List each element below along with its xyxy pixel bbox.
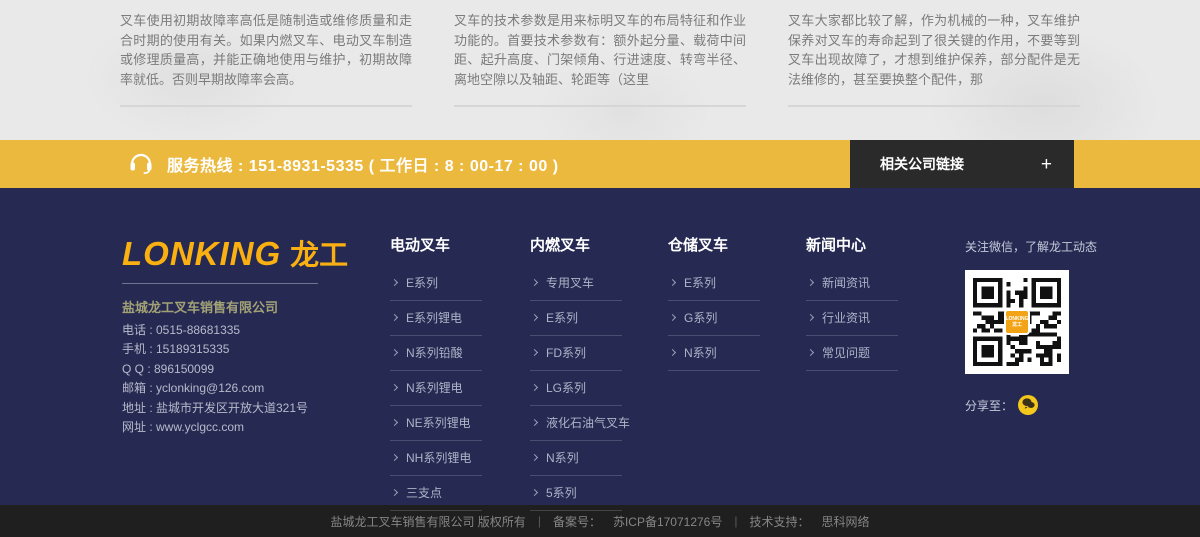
- contact-mobile: 手机 : 15189315335: [122, 343, 372, 355]
- chevron-right-icon: [531, 489, 538, 496]
- chevron-right-icon: [669, 314, 676, 321]
- footer-link[interactable]: E系列锂电: [390, 307, 482, 336]
- wechat-share-button[interactable]: [1018, 395, 1038, 415]
- related-links-toggle[interactable]: 相关公司链接 +: [850, 140, 1074, 188]
- article-divider: [120, 105, 412, 107]
- footer-link[interactable]: 行业资讯: [806, 307, 898, 336]
- plus-icon: +: [1041, 155, 1052, 174]
- footer-link[interactable]: NE系列锂电: [390, 412, 482, 441]
- footer-link[interactable]: 液化石油气叉车: [530, 412, 622, 441]
- footer-column-news: 新闻中心 新闻资讯 行业资讯 常见问题: [806, 234, 898, 377]
- service-hotline: 服务热线 : 151-8931-5335 ( 工作日 : 8 : 00-17 :…: [128, 140, 559, 188]
- footer-column-electric: 电动叉车 E系列 E系列锂电 N系列铅酸 N系列锂电 NE系列锂电 NH系列锂电…: [390, 234, 482, 517]
- footer-link[interactable]: N系列锂电: [390, 377, 482, 406]
- footer-link[interactable]: 常见问题: [806, 342, 898, 371]
- contact-website: 网址 : www.yclgcc.com: [122, 421, 372, 433]
- support-label: 技术支持：: [749, 513, 809, 530]
- chevron-right-icon: [391, 489, 398, 496]
- chevron-right-icon: [807, 279, 814, 286]
- lonking-logo[interactable]: LONKING 龙工: [122, 232, 372, 274]
- share-row: 分享至：: [965, 395, 1085, 415]
- wechat-icon: [1022, 396, 1035, 414]
- article-text: 叉车使用初期故障率高低是随制造或维修质量和走合时期的使用有关。如果内燃叉车、电动…: [120, 11, 412, 89]
- footer-link[interactable]: NH系列锂电: [390, 447, 482, 476]
- hotline-text: 服务热线 : 151-8931-5335 ( 工作日 : 8 : 00-17 :…: [167, 152, 559, 176]
- chevron-right-icon: [391, 349, 398, 356]
- chevron-right-icon: [531, 314, 538, 321]
- article-teaser: 叉车的技术参数是用来标明叉车的布局特征和作业功能的。首要技术参数有：额外起分量、…: [454, 11, 746, 107]
- chevron-right-icon: [807, 314, 814, 321]
- chevron-right-icon: [531, 349, 538, 356]
- articles-row: 叉车使用初期故障率高低是随制造或维修质量和走合时期的使用有关。如果内燃叉车、电动…: [120, 0, 1080, 107]
- chevron-right-icon: [391, 419, 398, 426]
- article-teaser: 叉车大家都比较了解，作为机械的一种，叉车维护保养对叉车的寿命起到了很关键的作用，…: [788, 11, 1080, 107]
- footer-link[interactable]: 5系列: [530, 482, 622, 511]
- footer-link[interactable]: LG系列: [530, 377, 622, 406]
- related-links-label: 相关公司链接: [880, 154, 964, 174]
- wechat-block: 关注微信，了解龙工动态 LONKING 龙工 分享至：: [965, 238, 1085, 415]
- footer-link[interactable]: N系列: [668, 342, 760, 371]
- chevron-right-icon: [391, 454, 398, 461]
- contact-email: 邮箱 : yclonking@126.com: [122, 382, 372, 394]
- article-text: 叉车的技术参数是用来标明叉车的布局特征和作业功能的。首要技术参数有：额外起分量、…: [454, 11, 746, 89]
- footer-link[interactable]: E系列: [530, 307, 622, 336]
- chevron-right-icon: [391, 314, 398, 321]
- column-title: 仓储叉车: [668, 234, 760, 255]
- footer-link[interactable]: N系列铅酸: [390, 342, 482, 371]
- article-teaser: 叉车使用初期故障率高低是随制造或维修质量和走合时期的使用有关。如果内燃叉车、电动…: [120, 11, 412, 107]
- footer-link[interactable]: FD系列: [530, 342, 622, 371]
- chevron-right-icon: [669, 279, 676, 286]
- footer-link[interactable]: E系列: [668, 272, 760, 301]
- chevron-right-icon: [531, 454, 538, 461]
- icp-number-link[interactable]: 苏ICP备17071276号: [613, 513, 722, 530]
- support-vendor-link[interactable]: 思科网络: [822, 513, 870, 530]
- article-divider: [454, 105, 746, 107]
- footer-link[interactable]: 新闻资讯: [806, 272, 898, 301]
- article-divider: [788, 105, 1080, 107]
- qr-center-logo: LONKING 龙工: [1004, 309, 1030, 335]
- column-title: 电动叉车: [390, 234, 482, 255]
- company-name: 盐城龙工叉车销售有限公司: [122, 297, 372, 316]
- chevron-right-icon: [807, 349, 814, 356]
- chevron-right-icon: [391, 279, 398, 286]
- footer-link[interactable]: G系列: [668, 307, 760, 336]
- footer-link[interactable]: 三支点: [390, 482, 482, 511]
- contact-list: 电话 : 0515-88681335 手机 : 15189315335 Q Q …: [122, 324, 372, 434]
- chevron-right-icon: [531, 419, 538, 426]
- company-block: LONKING 龙工 盐城龙工叉车销售有限公司 电话 : 0515-8868133…: [122, 232, 372, 433]
- footer-column-combustion: 内燃叉车 专用叉车 E系列 FD系列 LG系列 液化石油气叉车 N系列 5系列: [530, 234, 622, 517]
- column-title: 内燃叉车: [530, 234, 622, 255]
- logo-cn: 龙工: [290, 240, 348, 272]
- articles-section: 叉车使用初期故障率高低是随制造或维修质量和走合时期的使用有关。如果内燃叉车、电动…: [0, 0, 1200, 140]
- footer-link[interactable]: 专用叉车: [530, 272, 622, 301]
- separator: |: [734, 514, 737, 528]
- hotline-bar: 服务热线 : 151-8931-5335 ( 工作日 : 8 : 00-17 :…: [0, 140, 1200, 188]
- footer-link[interactable]: N系列: [530, 447, 622, 476]
- contact-address: 地址 : 盐城市开发区开放大道321号: [122, 402, 372, 414]
- chevron-right-icon: [669, 349, 676, 356]
- logo-divider: [122, 283, 318, 284]
- column-title: 新闻中心: [806, 234, 898, 255]
- share-label: 分享至：: [965, 397, 1013, 414]
- logo-latin: LONKING: [122, 235, 281, 272]
- contact-phone: 电话 : 0515-88681335: [122, 324, 372, 336]
- footer-main: LONKING 龙工 盐城龙工叉车销售有限公司 电话 : 0515-8868133…: [0, 188, 1200, 505]
- chevron-right-icon: [531, 384, 538, 391]
- article-text: 叉车大家都比较了解，作为机械的一种，叉车维护保养对叉车的寿命起到了很关键的作用，…: [788, 11, 1080, 89]
- qr-code: LONKING 龙工: [965, 270, 1069, 374]
- wechat-title: 关注微信，了解龙工动态: [965, 238, 1085, 255]
- chevron-right-icon: [391, 384, 398, 391]
- headset-icon: [128, 150, 154, 179]
- footer-column-warehouse: 仓储叉车 E系列 G系列 N系列: [668, 234, 760, 377]
- footer-link[interactable]: E系列: [390, 272, 482, 301]
- contact-qq: Q Q : 896150099: [122, 363, 372, 375]
- chevron-right-icon: [531, 279, 538, 286]
